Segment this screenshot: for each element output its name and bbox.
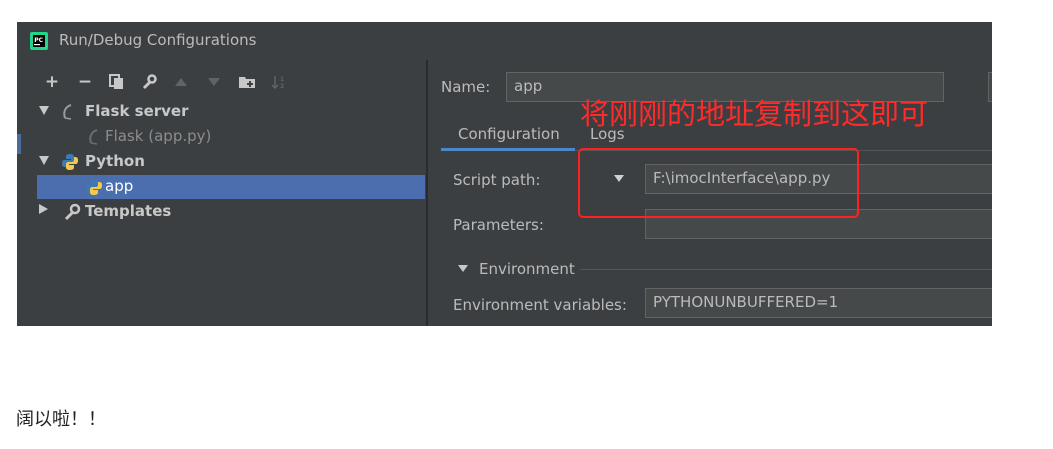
parameters-label: Parameters: (453, 216, 544, 234)
move-up-icon[interactable] (171, 72, 191, 92)
window-title: Run/Debug Configurations (59, 31, 257, 49)
minus-icon[interactable]: − (75, 72, 95, 92)
tree-label-templates: Templates (85, 202, 172, 220)
wrench-icon (64, 203, 81, 221)
expand-arrow-icon[interactable] (39, 106, 49, 115)
move-down-icon[interactable] (204, 72, 224, 92)
tree-item-app[interactable]: app (37, 175, 427, 199)
annotation-text: 将刚刚的地址复制到这即可 (580, 97, 929, 131)
folder-icon[interactable] (237, 72, 257, 92)
tab-configuration[interactable]: Configuration (458, 125, 560, 143)
environment-divider (580, 269, 992, 270)
tree-item-templates[interactable]: Templates (37, 200, 427, 224)
pycharm-icon: PC (30, 32, 48, 50)
run-debug-dialog: PC Run/Debug Configurations + − 12 Flask… (17, 22, 992, 326)
svg-text:2: 2 (280, 83, 284, 90)
name-label: Name: (441, 78, 491, 96)
tree-label-python: Python (85, 152, 145, 170)
tree-label-flask-server: Flask server (85, 102, 189, 120)
share-checkbox[interactable] (988, 72, 992, 102)
expand-arrow-icon[interactable] (39, 156, 49, 165)
title-bar: PC Run/Debug Configurations (17, 22, 992, 60)
flask-config-icon (89, 129, 98, 145)
python-icon (62, 154, 78, 170)
panel-splitter[interactable] (426, 60, 428, 326)
plus-icon[interactable]: + (42, 72, 62, 92)
svg-text:PC: PC (34, 37, 43, 44)
wrench-icon[interactable] (139, 72, 159, 92)
active-tab-indicator (441, 148, 575, 151)
annotation-highlight-box (578, 148, 859, 218)
copy-icon[interactable] (107, 72, 127, 92)
tree-item-flask-app[interactable]: Flask (app.py) (37, 125, 427, 149)
left-edge-marker (17, 134, 21, 154)
environment-section-title[interactable]: Environment (479, 260, 575, 278)
tree-label-app: app (105, 177, 134, 195)
config-toolbar: + − 12 (17, 68, 437, 98)
tree-item-python[interactable]: Python (37, 150, 427, 174)
env-vars-label: Environment variables: (453, 296, 627, 314)
python-icon (86, 179, 102, 195)
sort-icon[interactable]: 12 (269, 72, 289, 92)
environment-collapse-icon[interactable] (458, 265, 468, 272)
flask-icon (63, 104, 72, 120)
script-path-label: Script path: (453, 171, 541, 189)
collapse-arrow-icon[interactable] (39, 204, 48, 214)
env-vars-field[interactable]: PYTHONUNBUFFERED=1 (645, 288, 992, 318)
svg-text:1: 1 (280, 76, 284, 83)
tree-item-flask-server[interactable]: Flask server (37, 100, 427, 124)
tree-label-flask-app: Flask (app.py) (105, 127, 212, 145)
caption-text: 阔以啦！！ (16, 409, 106, 430)
